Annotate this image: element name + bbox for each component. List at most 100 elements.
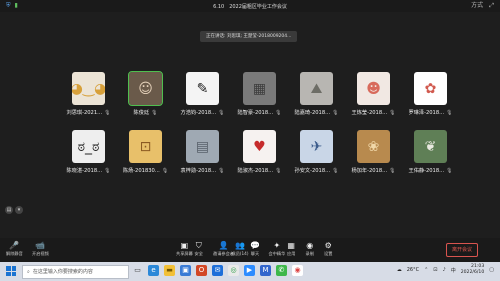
participant-tile[interactable]: ❀ 杨加年-2018... 🎙	[345, 130, 402, 174]
app-icon[interactable]: M	[260, 265, 271, 276]
participant-tile[interactable]: ⛰ 陆嘉琦-2018... 🎙	[288, 72, 345, 116]
fullscreen-icon[interactable]: ⤢	[489, 2, 494, 10]
mic-muted-icon: 🎙	[389, 167, 396, 174]
participant-tile[interactable]: ▦ 陆智豪-2018... 🎙	[231, 72, 288, 116]
mail-icon[interactable]: ✉	[212, 265, 223, 276]
avatar-image: ❀	[367, 138, 380, 155]
search-icon: ⌕	[27, 269, 30, 275]
office-icon[interactable]: O	[196, 265, 207, 276]
participant-name: 陈俊廷	[133, 110, 150, 116]
volume-icon[interactable]: ♪	[442, 267, 445, 273]
highlight-button[interactable]: ✦ 会中精华	[269, 241, 286, 257]
invite-icon: 👤	[218, 241, 229, 250]
window-title: 6.10 2022届粗区毕业工作会议	[213, 4, 287, 10]
taskbar-apps: ▭ e ▬ ▣ O ✉ ◎ ▶ M ✆ ◉	[132, 265, 303, 276]
avatar: ✈	[300, 130, 333, 163]
mic-muted-icon: 🎙	[332, 167, 339, 174]
participant-name: 陆智豪-2018...	[237, 110, 274, 116]
avatar-image: ☻	[366, 80, 381, 97]
participant-tile[interactable]: ಠ_ಠ 陈晓湛-2018... 🎙	[60, 130, 117, 174]
windows-taskbar: ⌕ 在这里输入你要搜索的内容 ▭ e ▬ ▣ O ✉ ◎ ▶ M ✆ ◉ ☁ 26…	[0, 262, 500, 281]
avatar: ▦	[243, 72, 276, 105]
clock[interactable]: 21:03 2022/6/10	[461, 264, 485, 276]
mic-icon: 🎙	[151, 109, 158, 116]
weather-temp[interactable]: 26°C	[407, 267, 419, 273]
video-off-button[interactable]: 📹 开启视频	[32, 241, 49, 257]
apps-button[interactable]: ▦ 应用	[287, 241, 295, 257]
participant-name-row: 陆嘉琦-2018... 🎙	[295, 109, 339, 117]
participant-tile[interactable]: ☺ 陈俊廷 🎙	[117, 71, 174, 117]
participant-tile[interactable]: ✎ 方浩钧-2018... 🎙	[174, 72, 231, 116]
meeting-toolbar: 离开会议 🎤 解除静音 📹 开启视频 ▣ 共享屏幕 ⛉ 安全 👤 邀请参会者 👥 成员(14) 💬 聊天 ✦…	[0, 238, 500, 262]
edge-icon[interactable]: e	[148, 265, 159, 276]
start-button[interactable]	[6, 266, 16, 276]
avatar-image: ◕‿◕	[72, 80, 105, 97]
toolbar-label: 成员(14)	[231, 251, 249, 256]
toolbar-label: 开启视频	[32, 251, 49, 256]
mic-muted-icon: 🎙	[275, 109, 282, 116]
avatar: ❦	[414, 130, 447, 163]
record-button[interactable]: ◉ 录制	[306, 241, 314, 257]
chevron-up-icon[interactable]: ⌃	[424, 267, 428, 273]
store-icon[interactable]: ▣	[180, 265, 191, 276]
toolbar-label: 录制	[305, 251, 314, 256]
avatar: ☻	[357, 72, 390, 105]
members-icon: 👥	[235, 241, 245, 250]
folder-icon[interactable]: ▬	[164, 265, 175, 276]
video-off-icon: 📹	[35, 241, 46, 250]
task-view-icon[interactable]: ▭	[132, 265, 143, 276]
participant-tile[interactable]: ❦ 王佑静-2018... 🎙	[402, 130, 459, 174]
leave-meeting-button[interactable]: 离开会议	[445, 243, 478, 257]
participant-name: 孙安文-2018...	[294, 168, 331, 174]
mic-muted-icon: 🎙	[446, 109, 453, 116]
view-mode-label[interactable]: 方式	[471, 2, 483, 10]
avatar-image: ✿	[424, 80, 437, 97]
participant-tile[interactable]: ☻ 王炼莹-2018... 🎙	[345, 72, 402, 116]
toolbar-label: 解除静音	[6, 251, 23, 256]
mic-muted-icon: 🎙	[104, 167, 111, 174]
participant-name-row: 陈俊廷 🎙	[133, 109, 158, 117]
participant-tile[interactable]: ✈ 孙安文-2018... 🎙	[288, 130, 345, 174]
search-placeholder: 在这里输入你要搜索的内容	[32, 269, 93, 275]
participant-name-row: 罗琳泽-2018... 🎙	[409, 109, 453, 117]
participant-tile[interactable]: ♥ 陆淑杰-2018... 🎙	[231, 130, 288, 174]
gear-button[interactable]: ⚙ 设置	[324, 241, 332, 257]
wechat-icon[interactable]: ✆	[276, 265, 287, 276]
avatar: ಠ_ಠ	[72, 130, 105, 163]
apps-icon: ▦	[287, 241, 295, 250]
avatar-image: ♥	[253, 138, 266, 155]
toolbar-label: 会中精华	[268, 251, 286, 256]
shield-button[interactable]: ⛉ 安全	[195, 241, 203, 257]
zoom-icon[interactable]: ▶	[244, 265, 255, 276]
speaking-banner: 正在讲话: 刘思琪; 王楚莹-2018009204...	[200, 31, 298, 42]
more-icon[interactable]: ▾	[15, 206, 23, 214]
toolbar-label: 共享屏幕	[176, 251, 193, 256]
participant-tile[interactable]: ✿ 罗琳泽-2018... 🎙	[402, 72, 459, 116]
participant-tile[interactable]: ◕‿◕ 刘思琪-2021... 🎙	[60, 72, 117, 116]
participant-name: 杨加年-2018...	[351, 168, 388, 174]
avatar-image: ⊡	[139, 138, 152, 155]
members-button[interactable]: 👥 成员(14)	[232, 241, 249, 257]
mic-muted-icon: 🎙	[332, 109, 339, 116]
browser-icon[interactable]: ◉	[292, 265, 303, 276]
share-screen-button[interactable]: ▣ 共享屏幕	[176, 241, 193, 257]
toolbar-label: 安全	[194, 251, 203, 256]
mic-off-button[interactable]: 🎤 解除静音	[6, 241, 23, 257]
ime-indicator[interactable]: 中	[451, 267, 456, 274]
chrome-icon[interactable]: ◎	[228, 265, 239, 276]
chat-button[interactable]: 💬 聊天	[250, 241, 260, 257]
participant-name-row: 陆淑杰-2018... 🎙	[238, 167, 282, 175]
participant-tile[interactable]: ⊡ 陈炀-201830... 🎙	[117, 130, 174, 174]
shield-icon: ⛉	[195, 241, 202, 250]
avatar: ✎	[186, 72, 219, 105]
participant-tile[interactable]: ▤ 袁梓勋-2018... 🎙	[174, 130, 231, 174]
highlight-icon: ✦	[273, 241, 281, 250]
weather-icon[interactable]: ☁	[397, 267, 402, 273]
avatar-image: ❦	[424, 138, 437, 155]
avatar-image: ಠ_ಠ	[77, 138, 100, 155]
chat-icon[interactable]: ▤	[5, 206, 13, 214]
participant-name: 王炼莹-2018...	[351, 110, 388, 116]
network-icon[interactable]: ⊡	[433, 267, 437, 273]
taskbar-search[interactable]: ⌕ 在这里输入你要搜索的内容	[22, 265, 129, 279]
notification-icon[interactable]: ▢	[489, 267, 494, 273]
